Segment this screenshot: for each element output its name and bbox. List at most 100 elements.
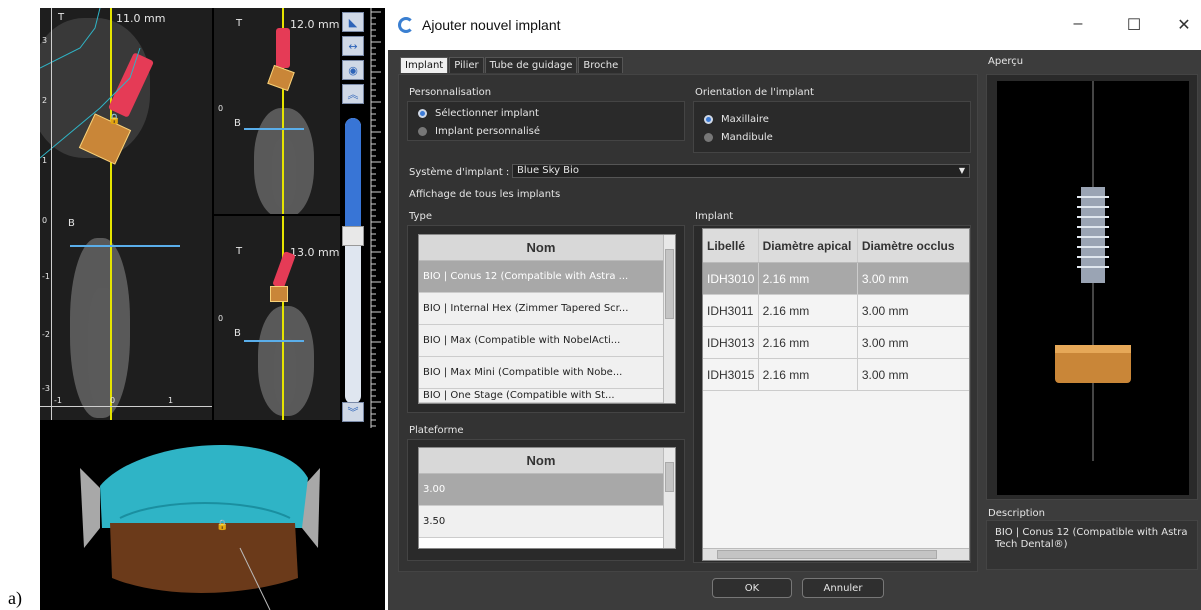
description-text: BIO | Conus 12 (Compatible with Astra Te… [986,520,1198,570]
tab-implant[interactable]: Implant [400,57,449,73]
table-row[interactable]: IDH3013 2.16 mm 3.00 mm [703,327,969,359]
type-list[interactable]: Nom BIO | Conus 12 (Compatible with Astr… [418,234,676,404]
implant-model[interactable] [272,251,296,289]
ok-button[interactable]: OK [712,578,792,598]
contour-overlay [40,8,141,159]
fit-width-icon[interactable]: ↔ [342,36,364,56]
cell-label: IDH3013 [703,327,759,358]
radio-custom-implant[interactable]: Implant personnalisé [418,126,540,137]
list-item[interactable]: BIO | Internal Hex (Zimmer Tapered Scr..… [419,293,663,325]
cell-occlusal: 3.00 mm [861,367,909,382]
abutment-model[interactable] [267,64,295,92]
ruler-tick: -1 [54,396,62,405]
table-row[interactable]: IDH3015 2.16 mm 3.00 mm [703,359,969,391]
depth-readout: 13.0 mm [290,246,340,259]
radio-mandibule[interactable]: Mandibule [704,132,773,143]
implant-preview[interactable] [997,81,1189,495]
horizontal-scrollbar[interactable] [703,548,969,560]
cell-label: IDH3015 [703,359,759,390]
tab-pilier[interactable]: Pilier [449,57,484,73]
abutment-model[interactable] [270,286,288,302]
radio-label: Mandibule [721,132,773,143]
ruler-tick: 0 [42,216,48,225]
add-implant-dialog: Ajouter nouvel implant – ☐ ✕ Implant Pil… [388,0,1201,610]
top-label: T [236,246,243,257]
plateforme-list[interactable]: Nom 3.00 3.50 [418,447,676,549]
ct-view-main[interactable]: 11.0 mm T B 🔒 3 2 1 0 -1 -2 -3 -1 0 1 [40,8,212,420]
ruler-tick: 1 [42,156,48,165]
slider-thumb[interactable] [342,226,364,246]
vertical-scrollbar[interactable] [663,448,675,548]
implant-title: Implant [695,211,734,222]
ruler-tick: -2 [42,330,50,339]
column-header[interactable]: Nom [419,448,663,474]
title-bar[interactable]: Ajouter nouvel implant – ☐ ✕ [388,0,1201,50]
radio-select-implant[interactable]: Sélectionner implant [418,108,539,119]
figure-label: a) [8,588,22,608]
column-header[interactable]: Libellé [703,229,759,262]
cell-label: IDH3011 [703,295,759,326]
radio-label: Maxillaire [721,114,769,125]
column-header[interactable]: Nom [419,235,663,261]
tab-tube-guidage[interactable]: Tube de guidage [484,57,578,73]
ruler-tick: 0 [218,104,224,113]
radio-off-icon [704,133,713,142]
top-label: T [236,18,243,29]
ruler-tick: 0 [218,314,224,323]
model-3d-view[interactable]: 🔒 [40,428,385,610]
maximize-icon[interactable]: ☐ [1124,15,1144,35]
vertical-scrollbar[interactable] [663,235,675,403]
chevron-down-icon[interactable]: ︾ [342,402,364,422]
cell-apical: 2.16 mm [759,359,858,390]
ruler-tick: 2 [42,96,48,105]
minimize-icon[interactable]: – [1068,15,1088,33]
diagonal-arrow-icon[interactable]: ◣ [342,12,364,32]
cell-apical: 2.16 mm [759,327,858,358]
plateforme-title: Plateforme [409,425,464,436]
chevron-up-icon[interactable]: ︽ [342,84,364,104]
column-header[interactable]: Diamètre apical [759,229,858,262]
system-label: Système d'implant : [409,167,510,178]
list-item[interactable]: BIO | Max Mini (Compatible with Nobe... [419,357,663,389]
cell-label: IDH3010 [703,263,759,294]
list-item[interactable]: 3.00 [419,474,663,506]
ct-viewer[interactable]: 11.0 mm T B 🔒 3 2 1 0 -1 -2 -3 -1 0 1 T … [40,8,385,610]
list-item[interactable]: BIO | Max (Compatible with NobelActi... [419,325,663,357]
personnalisation-title: Personnalisation [409,87,492,98]
column-header[interactable]: Diamètre occlus [858,229,969,262]
tab-broche[interactable]: Broche [578,57,624,73]
cell-occlusal: 3.00 mm [861,303,909,318]
dialog-title: Ajouter nouvel implant [422,17,561,33]
table-row[interactable]: IDH3011 2.16 mm 3.00 mm [703,295,969,327]
preview-panel [986,74,1198,500]
select-value: Blue Sky Bio [517,165,579,176]
cell-occlusal: 3.00 mm [861,335,909,350]
slice-slider[interactable] [345,118,361,404]
view-toolbar: ◣ ↔ ◉ ︽ [342,12,366,108]
implant-table[interactable]: Libellé Diamètre apical Diamètre occlus … [702,228,970,561]
tab-bar: Implant Pilier Tube de guidage Broche [400,57,624,73]
table-row[interactable]: IDH3010 2.16 mm 3.00 mm [703,263,969,295]
radio-label: Implant personnalisé [435,126,541,137]
cell-apical: 2.16 mm [759,295,858,326]
ct-view-2[interactable]: T 12.0 mm B 0 [214,8,340,214]
bottom-label: B [234,328,241,339]
ruler-tick: -1 [42,272,50,281]
bottom-label: B [234,118,241,129]
chevron-down-icon: ▼ [958,166,965,175]
type-title: Type [409,211,432,222]
list-item[interactable]: 3.50 [419,506,663,538]
close-icon[interactable]: ✕ [1174,15,1194,35]
lock-icon: 🔒 [216,520,229,531]
implant-system-select[interactable]: Blue Sky Bio ▼ [512,164,970,178]
cancel-button[interactable]: Annuler [802,578,884,598]
radio-maxillaire[interactable]: Maxillaire [704,114,769,125]
implant-model[interactable] [276,28,290,68]
list-item[interactable]: BIO | One Stage (Compatible with St... [419,389,663,403]
show-all-label: Affichage de tous les implants [409,189,561,200]
ct-view-3[interactable]: T 13.0 mm B 0 [214,216,340,420]
list-item[interactable]: BIO | Conus 12 (Compatible with Astra ..… [419,261,663,293]
orientation-title: Orientation de l'implant [695,87,814,98]
radio-on-icon [418,109,427,118]
eye-icon[interactable]: ◉ [342,60,364,80]
